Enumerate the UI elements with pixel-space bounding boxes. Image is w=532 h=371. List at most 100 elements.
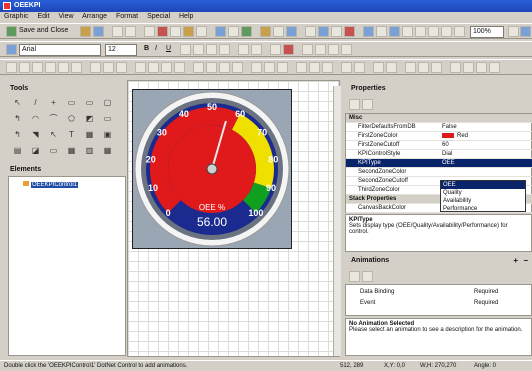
text-color-icon[interactable] (283, 44, 294, 55)
arrange-icon-1[interactable] (6, 62, 17, 73)
add-animation-icon[interactable]: + (513, 256, 518, 266)
menu-arrange[interactable]: Arrange (82, 13, 107, 20)
tool-icon[interactable]: ▭ (84, 97, 95, 108)
align-icon[interactable] (215, 26, 226, 37)
tool-icon[interactable]: ↰ (12, 129, 23, 140)
kpitype-dropdown-list[interactable]: OEE Quality Availability Performance (440, 180, 526, 212)
font-size-select[interactable]: 12 (105, 44, 137, 56)
prop-row[interactable]: FirstZoneColor Red (346, 132, 532, 141)
anim-sort-alpha-icon[interactable] (362, 271, 373, 282)
arrange-icon-18[interactable] (251, 62, 262, 73)
arrange-icon-3[interactable] (32, 62, 43, 73)
tool-icon[interactable]: ⌒ (48, 113, 59, 124)
tool-icon[interactable]: ↰ (12, 113, 23, 124)
arrange-icon-4[interactable] (45, 62, 56, 73)
group-icon[interactable] (228, 26, 239, 37)
zoom-reset-icon[interactable] (441, 26, 452, 37)
tool-icon[interactable]: + (48, 97, 59, 108)
menu-special[interactable]: Special (147, 13, 170, 20)
sort-alpha-icon[interactable] (362, 99, 373, 110)
tool-icon[interactable]: ▭ (102, 113, 113, 124)
menu-format[interactable]: Format (116, 13, 138, 20)
arrange-icon-33[interactable] (476, 62, 487, 73)
paste-icon[interactable] (183, 26, 194, 37)
gauge-selection-frame[interactable]: 0 10 20 30 40 50 60 70 80 90 100 OEE % 56.00 (132, 89, 292, 249)
arrange-icon-21[interactable] (296, 62, 307, 73)
arrange-icon-5[interactable] (58, 62, 69, 73)
lock-icon[interactable] (260, 26, 271, 37)
zoom-dropdown-icon[interactable] (508, 26, 519, 37)
sort-category-icon[interactable] (349, 99, 360, 110)
arrange-icon-14[interactable] (193, 62, 204, 73)
tool-icon[interactable]: ▢ (102, 97, 113, 108)
tool-icon[interactable]: ▦ (66, 145, 77, 156)
menu-edit[interactable]: Edit (37, 13, 49, 20)
arrange-icon-12[interactable] (161, 62, 172, 73)
arrange-icon-17[interactable] (232, 62, 243, 73)
tool-icon[interactable]: ▦ (84, 129, 95, 140)
save-icon[interactable] (93, 26, 104, 37)
zoom-select[interactable]: 100% (470, 26, 504, 38)
tool-icon[interactable]: ▭ (48, 145, 59, 156)
menu-graphic[interactable]: Graphic (4, 13, 29, 20)
arrange-icon-9[interactable] (116, 62, 127, 73)
zoom-in-icon[interactable] (389, 26, 400, 37)
shadow-icon[interactable] (341, 44, 352, 55)
line-style-icon[interactable] (251, 44, 262, 55)
copy-icon[interactable] (170, 26, 181, 37)
animation-row[interactable]: Event Required (346, 298, 532, 308)
arrange-icon-8[interactable] (103, 62, 114, 73)
align-right-icon[interactable] (219, 44, 230, 55)
arrange-icon-28[interactable] (405, 62, 416, 73)
tool-icon[interactable]: ↖ (12, 97, 23, 108)
arrange-icon-22[interactable] (309, 62, 320, 73)
line-width-icon[interactable] (302, 44, 313, 55)
zoom-select-icon[interactable] (428, 26, 439, 37)
tool-icon[interactable]: ▭ (66, 97, 77, 108)
dropdown-option[interactable]: Availability (441, 197, 525, 205)
send-back-icon[interactable] (286, 26, 297, 37)
prop-row[interactable]: FirstZoneCutoff 60 (346, 141, 532, 150)
tool-icon[interactable]: ↖ (48, 129, 59, 140)
prop-row[interactable]: SecondZoneColor (346, 168, 532, 177)
tool-icon[interactable]: / (30, 97, 41, 108)
tool-icon[interactable]: ▥ (84, 145, 95, 156)
arrow-style-icon[interactable] (328, 44, 339, 55)
font-color-icon[interactable] (180, 44, 191, 55)
underline-button[interactable]: U (166, 45, 171, 52)
tool-icon[interactable]: ▦ (102, 145, 113, 156)
arrange-icon-20[interactable] (277, 62, 288, 73)
prop-row[interactable]: KPIControlStyle Dial (346, 150, 532, 159)
dropdown-option[interactable]: Quality (441, 189, 525, 197)
fill-color-icon[interactable] (270, 44, 281, 55)
anim-sort-category-icon[interactable] (349, 271, 360, 282)
arrange-icon-31[interactable] (450, 62, 461, 73)
arrange-icon-29[interactable] (418, 62, 429, 73)
arrange-icon-23[interactable] (322, 62, 333, 73)
font-select[interactable]: Arial (19, 44, 101, 56)
flip-icon[interactable] (344, 26, 355, 37)
arrange-icon-30[interactable] (431, 62, 442, 73)
dash-style-icon[interactable] (315, 44, 326, 55)
arrange-icon-27[interactable] (386, 62, 397, 73)
dropdown-option[interactable]: OEE (441, 181, 525, 189)
cut-icon[interactable] (157, 26, 168, 37)
grid-icon[interactable] (305, 26, 316, 37)
italic-button[interactable]: I (155, 45, 157, 52)
animation-row[interactable]: Data Binding Required (346, 287, 532, 297)
arrange-icon-6[interactable] (71, 62, 82, 73)
dropdown-option[interactable]: Performance (441, 205, 525, 213)
arrange-icon-19[interactable] (264, 62, 275, 73)
arrange-icon-34[interactable] (489, 62, 500, 73)
ungroup-icon[interactable] (241, 26, 252, 37)
zoom-out-icon[interactable] (402, 26, 413, 37)
arrange-icon-26[interactable] (373, 62, 384, 73)
delete-icon[interactable] (196, 26, 207, 37)
arrange-icon-11[interactable] (148, 62, 159, 73)
tool-icon[interactable]: ⬠ (66, 113, 77, 124)
tool-icon[interactable]: ▣ (102, 129, 113, 140)
undo-icon[interactable] (112, 26, 123, 37)
save-close-icon[interactable] (6, 26, 17, 37)
animation-icon[interactable] (363, 26, 374, 37)
align-left-icon[interactable] (193, 44, 204, 55)
